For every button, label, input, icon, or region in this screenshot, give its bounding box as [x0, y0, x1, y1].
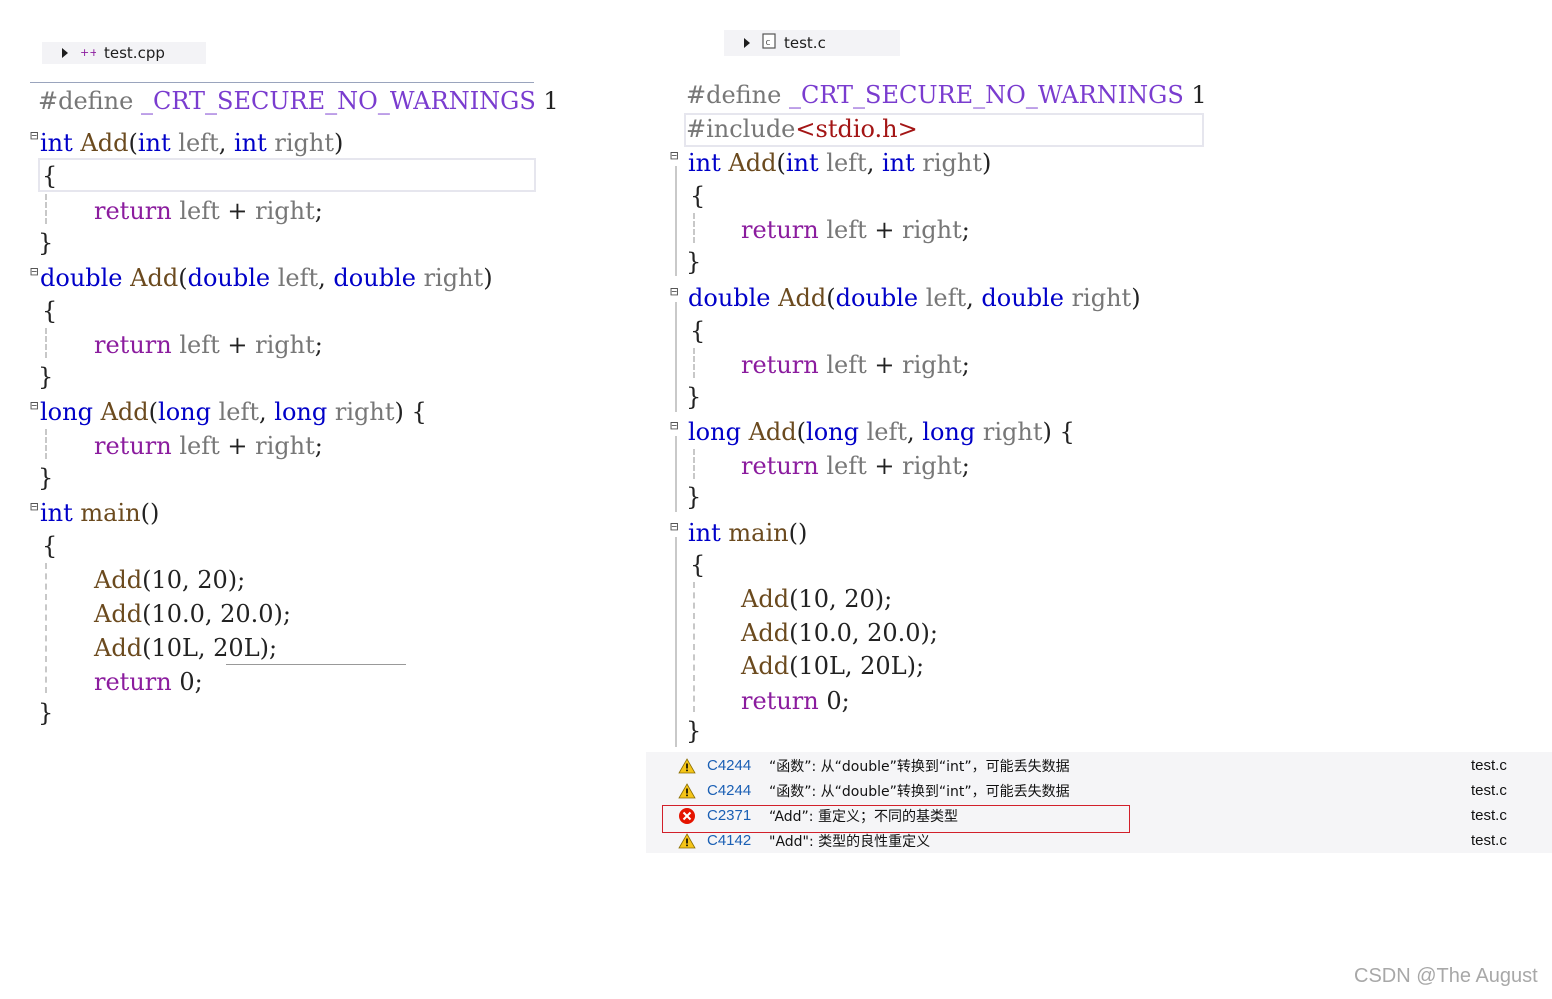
error-file: test.c	[1471, 757, 1507, 774]
code-line: }	[38, 699, 54, 727]
code-line: return left + right;	[94, 331, 323, 359]
code-line: int main()	[688, 519, 808, 547]
left-tab-filename: test.cpp	[104, 44, 165, 62]
code-line: return 0;	[741, 687, 850, 715]
error-message: “函数”: 从“double”转换到“int”，可能丢失数据	[769, 783, 1070, 800]
code-line: {	[690, 182, 706, 210]
c-file-icon: c	[762, 33, 776, 53]
code-line: Add(10L, 20L);	[94, 634, 278, 662]
error-message: "Add": 类型的良性重定义	[769, 833, 931, 850]
svg-text:++: ++	[80, 46, 96, 58]
error-file: test.c	[1471, 832, 1507, 849]
code-line: #include<stdio.h>	[686, 115, 918, 143]
code-line: long Add(long left, long right) {	[40, 398, 427, 426]
svg-text:c: c	[766, 38, 771, 48]
code-line: int main()	[40, 499, 160, 527]
error-file: test.c	[1471, 807, 1507, 824]
code-line: #define _CRT_SECURE_NO_WARNINGS 1	[38, 87, 559, 115]
code-line: {	[690, 551, 706, 579]
code-line: return 0;	[94, 668, 203, 696]
error-row[interactable]: C4244 “函数”: 从“double”转换到“int”，可能丢失数据 tes…	[646, 778, 1552, 803]
expand-arrow-icon[interactable]	[744, 38, 750, 48]
code-line: double Add(double left, double right)	[40, 264, 493, 292]
error-list-panel: C4244 “函数”: 从“double”转换到“int”，可能丢失数据 tes…	[646, 752, 1552, 853]
right-file-tab[interactable]: c test.c	[724, 30, 900, 56]
watermark: CSDN @The August	[1354, 965, 1538, 987]
left-code-editor[interactable]: #define _CRT_SECURE_NO_WARNINGS 1 ⊟ int …	[30, 84, 559, 744]
code-line: return left + right;	[741, 216, 970, 244]
code-line: }	[38, 363, 54, 391]
warning-icon	[678, 832, 696, 850]
code-line: Add(10.0, 20.0);	[741, 619, 939, 647]
error-code-link[interactable]: C4244	[707, 757, 751, 774]
code-line: Add(10, 20);	[94, 566, 246, 594]
left-file-tab[interactable]: ++ test.cpp	[42, 42, 206, 64]
code-line: return left + right;	[741, 452, 970, 480]
error-code-link[interactable]: C4244	[707, 782, 751, 799]
code-line: }	[686, 248, 702, 276]
code-line: {	[42, 162, 58, 190]
code-line: }	[38, 229, 54, 257]
error-code-link[interactable]: C4142	[707, 832, 751, 849]
code-line: long Add(long left, long right) {	[688, 418, 1075, 446]
error-file: test.c	[1471, 782, 1507, 799]
error-row[interactable]: C4244 “函数”: 从“double”转换到“int”，可能丢失数据 tes…	[646, 753, 1552, 778]
cpp-file-icon: ++	[80, 44, 98, 62]
right-tab-filename: test.c	[784, 34, 826, 52]
code-line: }	[686, 483, 702, 511]
error-highlight-box	[662, 805, 1130, 833]
expand-arrow-icon[interactable]	[62, 48, 68, 58]
warning-icon	[678, 757, 696, 775]
code-line: return left + right;	[741, 351, 970, 379]
code-line: Add(10, 20);	[741, 585, 893, 613]
code-line: double Add(double left, double right)	[688, 284, 1141, 312]
code-line: Add(10.0, 20.0);	[94, 600, 292, 628]
warning-icon	[678, 782, 696, 800]
error-message: “函数”: 从“double”转换到“int”，可能丢失数据	[769, 758, 1070, 775]
code-line: Add(10L, 20L);	[741, 652, 925, 680]
code-line: }	[686, 717, 702, 745]
code-line: {	[42, 532, 58, 560]
code-line: int Add(int left, int right)	[688, 149, 992, 177]
code-line: }	[686, 383, 702, 411]
code-line: }	[38, 464, 54, 492]
code-line: return left + right;	[94, 432, 323, 460]
code-line: int Add(int left, int right)	[40, 129, 344, 157]
code-line: return left + right;	[94, 197, 323, 225]
code-line: #define _CRT_SECURE_NO_WARNINGS 1	[686, 81, 1207, 109]
right-code-editor[interactable]: #define _CRT_SECURE_NO_WARNINGS 1 #inclu…	[670, 78, 1210, 750]
code-line: {	[690, 317, 706, 345]
code-line: {	[42, 297, 58, 325]
